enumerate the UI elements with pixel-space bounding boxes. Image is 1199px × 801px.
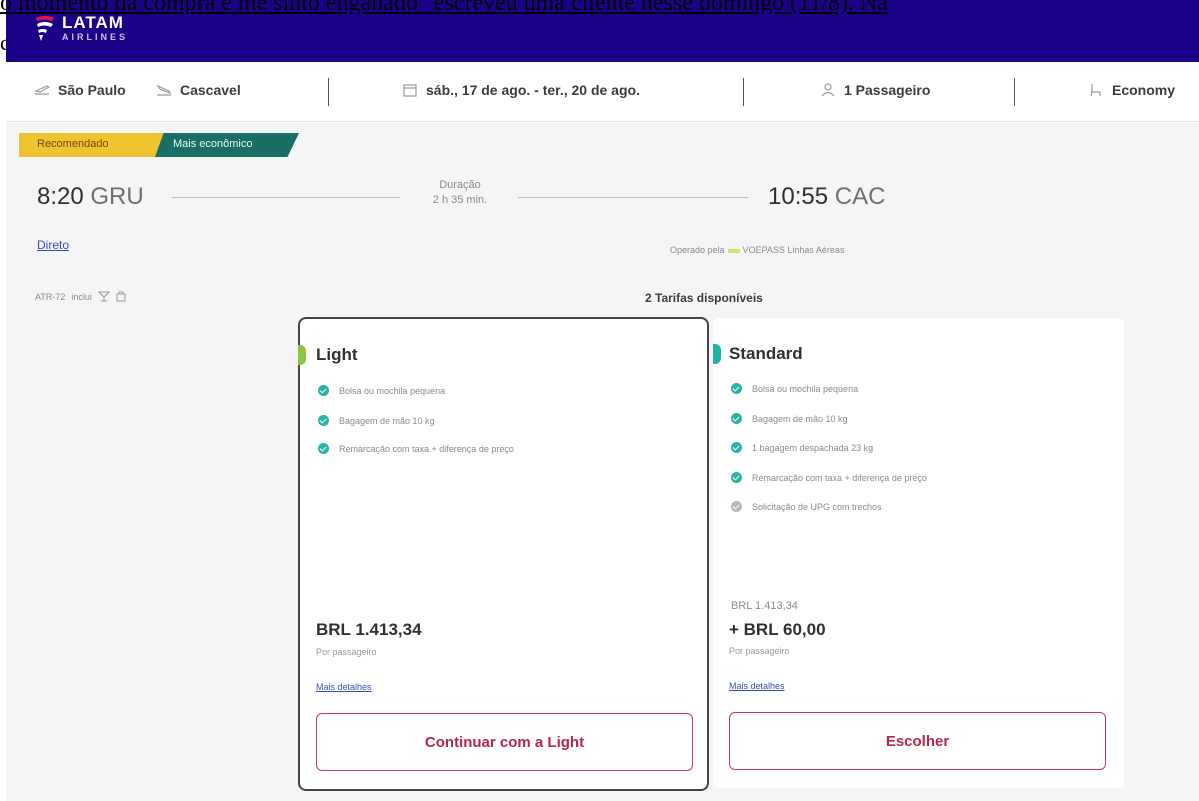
search-summary-bar: São Paulo Cascavel sáb., 17 de ago. - te… <box>6 62 1199 122</box>
fare-feature: Bolsa ou mochila pequena <box>731 383 858 394</box>
fare-price: BRL 1.413,34 <box>316 620 422 639</box>
calendar-icon <box>403 84 417 97</box>
fare-card-standard[interactable]: Standard Bolsa ou mochila pequena Bagage… <box>713 318 1124 788</box>
more-details-link[interactable]: Mais detalhes <box>316 682 372 692</box>
price-per-passenger: Por passageiro <box>729 646 790 656</box>
fare-feature: Bolsa ou mochila pequena <box>318 385 445 396</box>
departure-airport: GRU <box>90 183 144 210</box>
choose-standard-button[interactable]: Escolher <box>729 712 1106 770</box>
route-line-right <box>518 197 748 198</box>
duration-value: 2 h 35 min. <box>432 194 488 206</box>
fare-card-light[interactable]: Light Bolsa ou mochila pequena Bagagem d… <box>298 317 709 791</box>
fare-price-difference: + BRL 60,00 <box>729 620 826 639</box>
departure-time: 8:20 GRU <box>37 183 144 211</box>
plane-takeoff-icon <box>34 85 50 95</box>
more-details-link[interactable]: Mais detalhes <box>729 681 785 691</box>
passengers-field[interactable]: 1 Passageiro <box>820 82 930 98</box>
logo-subtext: AIRLINES <box>62 32 129 42</box>
fare-name: Standard <box>729 344 803 363</box>
divider <box>328 78 329 106</box>
duration-label: Duração <box>439 179 481 191</box>
aircraft-info: ATR-72 inclui <box>35 291 126 302</box>
divider <box>743 78 744 106</box>
destination-field[interactable]: Cascavel <box>156 82 241 98</box>
destination-city: Cascavel <box>180 82 241 98</box>
fare-feature: Bagagem de mão 10 kg <box>731 413 848 424</box>
base-price: BRL 1.413,34 <box>731 600 798 612</box>
plane-landing-icon <box>156 84 172 96</box>
check-icon <box>731 383 742 394</box>
check-icon <box>731 413 742 424</box>
fares-count-title: 2 Tarifas disponíveis <box>645 291 763 305</box>
arrival-hour: 10:55 <box>768 183 829 210</box>
check-icon <box>318 385 329 396</box>
route-line-left <box>172 197 400 198</box>
check-icon <box>731 472 742 483</box>
departure-hour: 8:20 <box>37 183 84 210</box>
operator-name: VOEPASS Linhas Aéreas <box>742 245 845 255</box>
feature-text: Remarcação com taxa + diferença de preço <box>339 443 514 454</box>
tag-recommended: Recomendado <box>19 133 167 157</box>
latam-logo[interactable]: LATAM AIRLINES <box>34 14 128 44</box>
operated-label: Operado pela <box>670 245 725 255</box>
bag-icon <box>116 291 126 302</box>
origin-field[interactable]: São Paulo <box>34 82 126 98</box>
continue-light-button[interactable]: Continuar com a Light <box>316 713 693 771</box>
passenger-count: 1 Passageiro <box>844 82 931 98</box>
seat-icon <box>1090 84 1101 97</box>
fare-feature: Remarcação com taxa + diferença de preço <box>731 472 927 483</box>
person-icon <box>821 83 835 97</box>
check-icon <box>318 415 329 426</box>
cabin-class: Economy <box>1112 82 1176 98</box>
operated-by: Operado pela VOEPASS Linhas Aéreas <box>670 245 844 255</box>
feature-text: Bolsa ou mochila pequena <box>339 385 446 396</box>
feature-text: Solicitação de UPG com trechos <box>752 501 882 512</box>
travel-dates: sáb., 17 de ago. - ter., 20 de ago. <box>426 82 640 98</box>
aircraft-model: ATR-72 <box>35 291 66 302</box>
dates-field[interactable]: sáb., 17 de ago. - ter., 20 de ago. <box>402 82 640 98</box>
fare-feature: Remarcação com taxa + diferença de preço <box>318 443 514 454</box>
check-disabled-icon <box>731 501 742 512</box>
fare-feature: Solicitação de UPG com trechos <box>731 501 882 512</box>
feature-text: Bagagem de mão 10 kg <box>339 415 435 426</box>
feature-text: Bolsa ou mochila pequena <box>752 383 859 394</box>
fare-color-pill <box>298 345 306 365</box>
logo-text: LATAM <box>62 13 124 32</box>
origin-city: São Paulo <box>58 82 126 98</box>
check-icon <box>318 443 329 454</box>
feature-text: Remarcação com taxa + diferença de preço <box>752 472 927 483</box>
direct-flight-link[interactable]: Direto <box>37 238 69 252</box>
cabin-field[interactable]: Economy <box>1088 82 1175 98</box>
aircraft-includes-label: inclui <box>71 291 92 302</box>
tag-cheapest: Mais econômico <box>155 133 299 157</box>
latam-logo-icon <box>36 16 54 41</box>
feature-text: 1 bagagem despachada 23 kg <box>752 442 874 453</box>
fare-name: Light <box>316 345 358 364</box>
fare-color-pill <box>713 344 721 364</box>
article-caption-text: o momento da compra e me sinto enganado"… <box>0 0 888 14</box>
feature-text: Bagagem de mão 10 kg <box>752 413 848 424</box>
check-icon <box>731 442 742 453</box>
price-per-passenger: Por passageiro <box>316 647 377 657</box>
arrival-airport: CAC <box>834 183 886 210</box>
fare-feature: 1 bagagem despachada 23 kg <box>731 442 873 453</box>
divider <box>1014 78 1015 106</box>
flight-duration: Duração 2 h 35 min. <box>410 178 510 208</box>
article-fragment: c <box>0 30 8 55</box>
drink-icon <box>97 291 110 302</box>
arrival-time: 10:55 CAC <box>768 183 885 211</box>
voepass-logo-icon <box>727 248 740 253</box>
article-caption: o momento da compra e me sinto enganado"… <box>0 0 1199 14</box>
fare-feature: Bagagem de mão 10 kg <box>318 415 435 426</box>
